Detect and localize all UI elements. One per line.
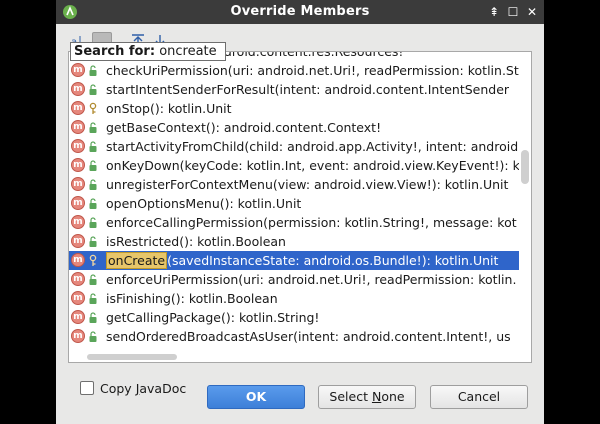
speed-search-popup: Search for: oncreate bbox=[70, 42, 226, 61]
member-row[interactable]: m onCreate (savedInstanceState: android.os… bbox=[69, 251, 519, 270]
public-lock-icon bbox=[89, 122, 97, 133]
pin-icon[interactable]: ⇞ bbox=[486, 4, 502, 20]
member-signature-text: getBaseContext(): android.content.Contex… bbox=[106, 120, 382, 135]
public-lock-icon bbox=[89, 84, 97, 95]
member-signature-text: isRestricted(): kotlin.Boolean bbox=[106, 234, 286, 249]
member-signature: openOptionsMenu(): kotlin.Unit bbox=[106, 195, 301, 212]
member-row[interactable]: m startActivityFromChild(child: android.a… bbox=[69, 137, 519, 156]
method-icon: m bbox=[71, 101, 85, 115]
member-row[interactable]: m getCallingPackage(): kotlin.String! bbox=[69, 308, 519, 327]
member-row[interactable]: m isFinishing(): kotlin.Boolean bbox=[69, 289, 519, 308]
method-icon: m bbox=[71, 139, 85, 153]
method-icon: m bbox=[71, 177, 85, 191]
method-icon: m bbox=[71, 120, 85, 134]
member-signature: isFinishing(): kotlin.Boolean bbox=[106, 290, 278, 307]
maximize-icon[interactable]: ☐ bbox=[505, 4, 521, 20]
member-signature-text: onStop(): kotlin.Unit bbox=[106, 101, 232, 116]
title-bar[interactable]: Override Members ⇞ ☐ ✕ bbox=[56, 0, 544, 24]
member-signature-text: startIntentSenderForResult(intent: andro… bbox=[106, 82, 510, 97]
member-row[interactable]: m enforceCallingPermission(permission: ko… bbox=[69, 213, 519, 232]
public-lock-icon bbox=[89, 312, 97, 323]
member-row[interactable]: m openOptionsMenu(): kotlin.Unit bbox=[69, 194, 519, 213]
copy-javadoc-label: Copy JavaDoc bbox=[100, 381, 187, 396]
search-match-highlight: onCreate bbox=[106, 252, 168, 269]
member-signature: onStop(): kotlin.Unit bbox=[106, 100, 232, 117]
member-signature: startIntentSenderForResult(intent: andro… bbox=[106, 81, 509, 98]
member-signature: onCreate (savedInstanceState: android.os.… bbox=[106, 252, 498, 269]
member-signature-text: unregisterForContextMenu(view: android.v… bbox=[106, 177, 509, 192]
vertical-scrollbar-thumb[interactable] bbox=[521, 150, 529, 184]
member-signature: getCallingPackage(): kotlin.String! bbox=[106, 309, 319, 326]
member-signature: enforceCallingPermission(permission: kot… bbox=[106, 214, 517, 231]
member-row[interactable]: m isRestricted(): kotlin.Boolean bbox=[69, 232, 519, 251]
member-signature-text: startActivityFromChild(child: android.ap… bbox=[106, 139, 519, 154]
dialog-title: Override Members bbox=[230, 4, 370, 19]
method-icon: m bbox=[71, 196, 85, 210]
public-lock-icon bbox=[89, 160, 97, 171]
method-icon: m bbox=[71, 234, 85, 248]
public-lock-icon bbox=[89, 331, 97, 342]
public-lock-icon bbox=[89, 65, 97, 76]
horizontal-scrollbar-thumb[interactable] bbox=[87, 354, 177, 360]
member-signature-text: sendOrderedBroadcastAsUser(intent: andro… bbox=[106, 329, 511, 344]
member-signature-text: enforceUriPermission(uri: android.net.Ur… bbox=[106, 272, 517, 287]
close-icon[interactable]: ✕ bbox=[524, 4, 540, 20]
member-signature: isRestricted(): kotlin.Boolean bbox=[106, 233, 286, 250]
member-signature-text: isFinishing(): kotlin.Boolean bbox=[106, 291, 278, 306]
member-row[interactable]: m unregisterForContextMenu(view: android.… bbox=[69, 175, 519, 194]
cancel-button[interactable]: Cancel bbox=[430, 385, 528, 409]
member-row[interactable]: m getBaseContext(): android.content.Conte… bbox=[69, 118, 519, 137]
member-signature-text: (savedInstanceState: android.os.Bundle!)… bbox=[167, 253, 499, 268]
protected-key-icon bbox=[89, 102, 97, 114]
method-icon: m bbox=[71, 291, 85, 305]
member-signature-text: checkUriPermission(uri: android.net.Uri!… bbox=[106, 63, 519, 78]
member-signature: enforceUriPermission(uri: android.net.Ur… bbox=[106, 271, 516, 288]
public-lock-icon bbox=[89, 198, 97, 209]
ok-button[interactable]: OK bbox=[207, 385, 305, 409]
method-icon: m bbox=[71, 329, 85, 343]
method-icon: m bbox=[71, 63, 85, 77]
member-signature-text: onKeyDown(keyCode: kotlin.Int, event: an… bbox=[106, 158, 519, 173]
member-signature-text: enforceCallingPermission(permission: kot… bbox=[106, 215, 517, 230]
member-signature: getBaseContext(): android.content.Contex… bbox=[106, 119, 381, 136]
member-row[interactable]: m onStop(): kotlin.Unit bbox=[69, 99, 519, 118]
public-lock-icon bbox=[89, 274, 97, 285]
member-signature-text: openOptionsMenu(): kotlin.Unit bbox=[106, 196, 302, 211]
member-row[interactable]: m startIntentSenderForResult(intent: andr… bbox=[69, 80, 519, 99]
member-signature-text: getCallingPackage(): kotlin.String! bbox=[106, 310, 320, 325]
member-row[interactable]: m sendOrderedBroadcastAsUser(intent: andr… bbox=[69, 327, 519, 346]
method-icon: m bbox=[71, 253, 85, 267]
method-icon: m bbox=[71, 215, 85, 229]
member-signature: checkUriPermission(uri: android.net.Uri!… bbox=[106, 62, 519, 79]
checkbox-box[interactable] bbox=[80, 381, 94, 395]
select-none-button[interactable]: Select None bbox=[318, 385, 416, 409]
members-list[interactable]: m sendOrderedBroadcastAsUser(intent: andr… bbox=[68, 51, 532, 363]
override-members-dialog: Override Members ⇞ ☐ ✕ a Search for: onc… bbox=[56, 0, 544, 424]
public-lock-icon bbox=[89, 236, 97, 247]
method-icon: m bbox=[71, 158, 85, 172]
member-row[interactable]: m checkUriPermission(uri: android.net.Uri… bbox=[69, 61, 519, 80]
vertical-scrollbar[interactable] bbox=[519, 52, 531, 362]
method-icon: m bbox=[71, 272, 85, 286]
method-icon: m bbox=[71, 82, 85, 96]
member-row[interactable]: m onKeyDown(keyCode: kotlin.Int, event: a… bbox=[69, 156, 519, 175]
search-query: oncreate bbox=[159, 44, 217, 59]
member-signature: startActivityFromChild(child: android.ap… bbox=[106, 138, 519, 155]
public-lock-icon bbox=[89, 179, 97, 190]
public-lock-icon bbox=[89, 293, 97, 304]
public-lock-icon bbox=[89, 217, 97, 228]
member-signature: onKeyDown(keyCode: kotlin.Int, event: an… bbox=[106, 157, 519, 174]
protected-key-icon bbox=[89, 254, 97, 266]
member-signature: unregisterForContextMenu(view: android.v… bbox=[106, 176, 508, 193]
member-signature: sendOrderedBroadcastAsUser(intent: andro… bbox=[106, 328, 511, 345]
public-lock-icon bbox=[89, 141, 97, 152]
search-label: Search for: bbox=[74, 44, 156, 59]
member-row[interactable]: m enforceUriPermission(uri: android.net.U… bbox=[69, 270, 519, 289]
method-icon: m bbox=[71, 310, 85, 324]
